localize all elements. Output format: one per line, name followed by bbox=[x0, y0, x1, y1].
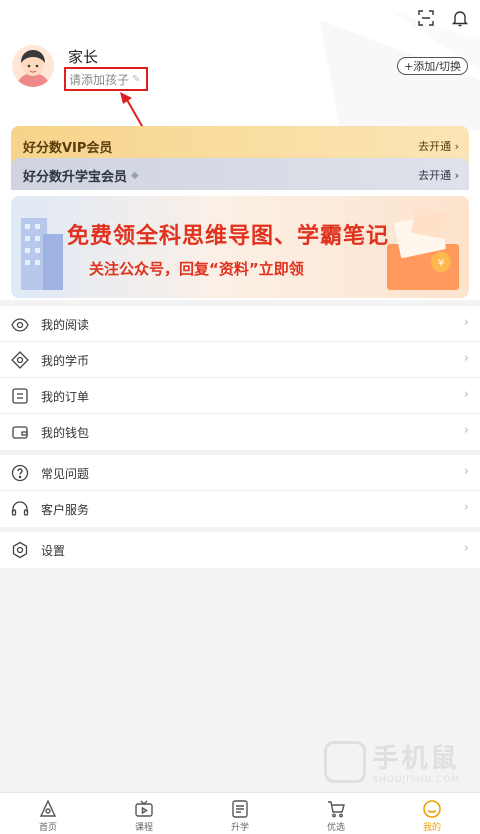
parent-name: 家长 bbox=[68, 48, 99, 66]
menu-item-label: 常见问题 bbox=[41, 467, 90, 481]
vip-open-link[interactable]: 去开通 › bbox=[418, 138, 459, 154]
edit-pencil-icon: ✎ bbox=[132, 73, 141, 85]
sxb-open-link[interactable]: 去开通 › bbox=[418, 167, 459, 183]
watermark-logo bbox=[324, 740, 367, 783]
menu-item-wallet[interactable]: 我的钱包 › bbox=[0, 414, 480, 450]
bottom-tab-bar: 首页 课程 升学 优选 我的 bbox=[0, 792, 480, 834]
menu-item-customer-service[interactable]: 客户服务 › bbox=[0, 491, 480, 527]
chevron-right-icon: › bbox=[463, 423, 469, 438]
menu-item-label: 客户服务 bbox=[41, 503, 90, 517]
tab-label: 升学 bbox=[230, 823, 249, 833]
vip-title: 好分数VIP会员 bbox=[23, 141, 113, 156]
tab-label: 优选 bbox=[326, 823, 345, 833]
menu-item-coins[interactable]: 我的学币 › bbox=[0, 342, 480, 378]
user-icon bbox=[423, 800, 441, 818]
home-icon bbox=[39, 799, 57, 817]
tab-admission[interactable]: 升学 bbox=[192, 793, 288, 834]
top-actions bbox=[416, 8, 470, 28]
book-gift-illustration: ¥ bbox=[387, 207, 459, 290]
tv-icon bbox=[135, 800, 153, 817]
doc-icon bbox=[232, 800, 248, 818]
menu-item-settings[interactable]: 设置 › bbox=[0, 532, 480, 568]
watermark-url: SHOUJISHU.COM bbox=[372, 775, 460, 785]
add-switch-button[interactable]: +添加/切换 bbox=[397, 57, 468, 75]
chevron-right-icon: › bbox=[463, 541, 469, 556]
add-child-label: 请添加孩子 bbox=[69, 72, 130, 87]
wallet-icon bbox=[11, 423, 29, 441]
banner-subline: 关注公众号，回复“资料”立即领 bbox=[89, 260, 304, 278]
question-icon bbox=[11, 464, 29, 482]
menu-item-reading[interactable]: 我的阅读 › bbox=[0, 306, 480, 342]
tab-courses[interactable]: 课程 bbox=[96, 793, 192, 834]
sxb-membership-card[interactable]: 好分数升学宝会员 ◆ 去开通 › bbox=[11, 158, 469, 190]
watermark: 手机鼠 SHOUJISHU.COM bbox=[324, 738, 460, 785]
settings-icon bbox=[11, 541, 29, 559]
notification-bell-icon[interactable] bbox=[450, 8, 470, 28]
banner-headline: 免费领全科思维导图、学霸笔记 bbox=[67, 224, 390, 249]
chevron-right-icon: › bbox=[463, 315, 469, 330]
menu-item-label: 设置 bbox=[41, 544, 66, 558]
menu-group-settings: 设置 › bbox=[0, 532, 480, 568]
chevron-right-icon: › bbox=[463, 351, 469, 366]
tab-label: 我的 bbox=[422, 823, 441, 833]
diamond-icon: ◆ bbox=[131, 170, 139, 181]
avatar[interactable] bbox=[12, 45, 54, 87]
menu-item-label: 我的订单 bbox=[41, 390, 90, 404]
tab-select[interactable]: 优选 bbox=[288, 793, 384, 834]
headset-icon bbox=[11, 500, 29, 518]
sxb-title: 好分数升学宝会员 ◆ bbox=[23, 170, 139, 185]
scan-icon[interactable] bbox=[416, 8, 436, 28]
menu-item-label: 我的钱包 bbox=[41, 426, 90, 440]
chevron-right-icon: › bbox=[463, 464, 469, 479]
menu-item-label: 我的阅读 bbox=[41, 318, 90, 332]
menu-group-help: 常见问题 › 客户服务 › bbox=[0, 455, 480, 527]
svg-text:¥: ¥ bbox=[438, 258, 444, 269]
tab-mine[interactable]: 我的 bbox=[384, 793, 480, 834]
watermark-text: 手机鼠 bbox=[372, 744, 460, 774]
building-illustration bbox=[21, 218, 63, 290]
coin-icon bbox=[11, 351, 29, 369]
tab-home[interactable]: 首页 bbox=[0, 793, 96, 834]
menu-group-account: 我的阅读 › 我的学币 › 我的订单 › 我的钱包 › bbox=[0, 306, 480, 450]
promo-banner[interactable]: 免费领全科思维导图、学霸笔记 关注公众号，回复“资料”立即领 ¥ bbox=[11, 196, 469, 298]
tab-label: 课程 bbox=[134, 823, 153, 833]
menu-item-label: 我的学币 bbox=[41, 354, 90, 368]
menu-item-faq[interactable]: 常见问题 › bbox=[0, 455, 480, 491]
tab-label: 首页 bbox=[38, 823, 57, 833]
order-icon bbox=[11, 387, 29, 405]
add-child-link[interactable]: 请添加孩子 ✎ bbox=[64, 67, 148, 91]
chevron-right-icon: › bbox=[463, 500, 469, 515]
eye-icon bbox=[11, 315, 29, 333]
chevron-right-icon: › bbox=[463, 387, 469, 402]
menu-item-orders[interactable]: 我的订单 › bbox=[0, 378, 480, 414]
cart-icon bbox=[328, 801, 345, 818]
